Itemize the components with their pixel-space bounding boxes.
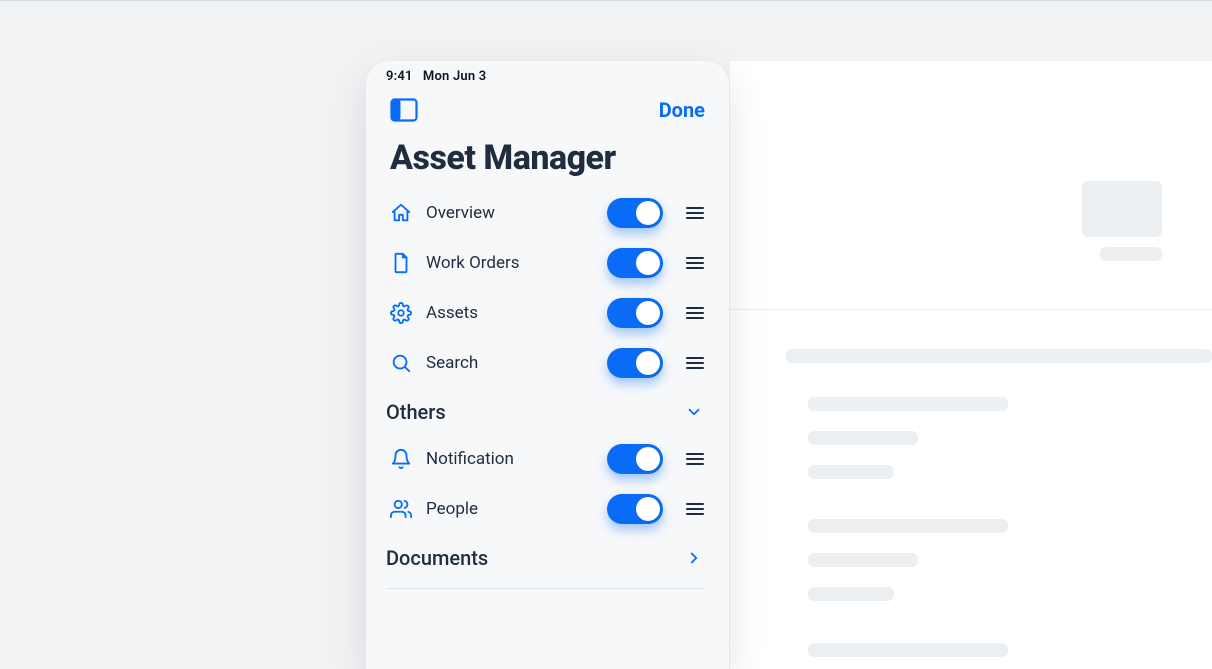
toggle-overview[interactable] <box>607 198 663 228</box>
chevron-right-icon[interactable] <box>683 547 705 569</box>
row-label: Work Orders <box>426 253 593 273</box>
skeleton-line <box>808 553 918 567</box>
row-assets: Assets <box>380 288 715 338</box>
row-search: Search <box>380 338 715 388</box>
section-documents[interactable]: Documents <box>380 534 715 580</box>
panel-header: Done <box>366 84 729 130</box>
section-title: Others <box>386 400 446 424</box>
chevron-down-icon[interactable] <box>683 401 705 423</box>
drag-handle-icon[interactable] <box>685 499 705 519</box>
row-overview: Overview <box>380 188 715 238</box>
skeleton-line <box>808 519 1008 533</box>
toggle-work-orders[interactable] <box>607 248 663 278</box>
row-label: People <box>426 499 593 519</box>
drag-handle-icon[interactable] <box>685 449 705 469</box>
people-icon <box>390 498 412 520</box>
status-bar: 9:41 Mon Jun 3 <box>366 61 729 84</box>
gear-icon <box>390 302 412 324</box>
drag-handle-icon[interactable] <box>685 253 705 273</box>
page-title: Asset Manager <box>366 130 729 188</box>
row-label: Overview <box>426 203 593 223</box>
drag-handle-icon[interactable] <box>685 303 705 323</box>
settings-list: Overview Work Orders <box>366 188 729 589</box>
row-label: Assets <box>426 303 593 323</box>
toggle-notification[interactable] <box>607 444 663 474</box>
search-icon <box>390 352 412 374</box>
skeleton-line <box>808 587 894 601</box>
stage: 9:41 Mon Jun 3 Done Asset Manager Overvi… <box>0 0 1212 668</box>
toggle-assets[interactable] <box>607 298 663 328</box>
done-button[interactable]: Done <box>659 98 705 122</box>
row-people: People <box>380 484 715 534</box>
skeleton-line <box>808 465 894 479</box>
home-icon <box>390 202 412 224</box>
toggle-search[interactable] <box>607 348 663 378</box>
section-others[interactable]: Others <box>380 388 715 434</box>
bell-icon <box>390 448 412 470</box>
row-label: Notification <box>426 449 593 469</box>
skeleton-line <box>808 643 1008 657</box>
row-notification: Notification <box>380 434 715 484</box>
sidebar-panel: 9:41 Mon Jun 3 Done Asset Manager Overvi… <box>366 61 730 669</box>
skeleton-block <box>1100 247 1162 261</box>
clipboard-icon <box>390 252 412 274</box>
drag-handle-icon[interactable] <box>685 203 705 223</box>
content-skeleton <box>730 61 1212 669</box>
status-time: 9:41 <box>386 69 413 84</box>
section-title: Documents <box>386 546 488 570</box>
skeleton-line <box>808 431 918 445</box>
skeleton-line <box>808 397 1008 411</box>
skeleton-block <box>1082 181 1162 237</box>
drag-handle-icon[interactable] <box>685 353 705 373</box>
section-divider <box>386 588 705 589</box>
row-label: Search <box>426 353 593 373</box>
toggle-people[interactable] <box>607 494 663 524</box>
row-work-orders: Work Orders <box>380 238 715 288</box>
skeleton-divider <box>730 309 1212 310</box>
skeleton-line <box>786 349 1212 363</box>
sidebar-icon[interactable] <box>390 96 418 124</box>
status-date: Mon Jun 3 <box>423 69 486 84</box>
